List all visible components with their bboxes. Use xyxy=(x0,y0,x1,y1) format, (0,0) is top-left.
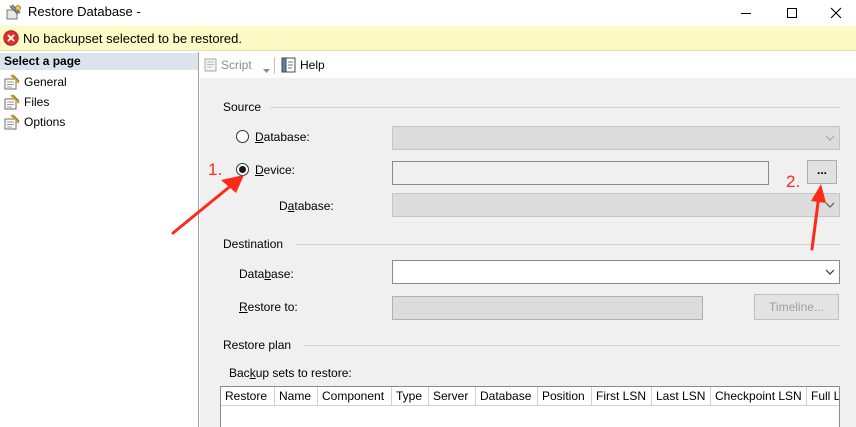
page-icon xyxy=(4,114,20,130)
device-database-label: Database: xyxy=(279,199,334,213)
error-message: No backupset selected to be restored. xyxy=(23,31,242,46)
destination-database-select[interactable] xyxy=(392,260,840,284)
chevron-down-icon[interactable] xyxy=(263,62,270,76)
nav-item-files[interactable]: Files xyxy=(0,92,198,112)
device-database-select[interactable] xyxy=(392,193,840,217)
general-page: Source Database: Device: ... Database: D… xyxy=(200,78,856,427)
title-bar: Restore Database - xyxy=(0,0,856,26)
restore-to-label: Restore to: xyxy=(239,300,298,314)
page-icon xyxy=(4,94,20,110)
device-path-field[interactable] xyxy=(392,161,769,185)
browse-device-button[interactable]: ... xyxy=(807,160,837,184)
backup-sets-label: Backup sets to restore: xyxy=(229,366,352,380)
grid-header-row: Restore Name Component Type Server Datab… xyxy=(221,387,839,406)
radio-selected-dot xyxy=(239,166,246,173)
column-header-name[interactable]: Name xyxy=(275,387,318,406)
column-header-type[interactable]: Type xyxy=(392,387,429,406)
column-header-database[interactable]: Database xyxy=(476,387,538,406)
close-button[interactable] xyxy=(815,0,856,26)
restore-database-icon xyxy=(6,4,22,20)
source-device-label: Device: xyxy=(255,163,296,177)
script-button[interactable]: Script xyxy=(221,58,252,72)
destination-group-divider xyxy=(295,244,841,245)
nav-item-general[interactable]: General xyxy=(0,72,198,92)
backup-sets-grid[interactable]: Restore Name Component Type Server Datab… xyxy=(220,386,840,427)
close-icon xyxy=(830,7,842,19)
destination-database-label: Database: xyxy=(239,267,294,281)
column-header-restore[interactable]: Restore xyxy=(221,387,275,406)
chevron-down-icon xyxy=(825,202,835,208)
source-device-radio[interactable] xyxy=(236,163,249,176)
minimize-button[interactable] xyxy=(725,0,767,26)
source-group-title: Source xyxy=(223,100,262,114)
source-database-radio[interactable] xyxy=(236,130,249,143)
source-database-label: Database: xyxy=(255,130,310,144)
script-icon xyxy=(203,57,219,73)
source-database-select[interactable] xyxy=(392,126,840,150)
column-header-checkpoint-lsn[interactable]: Checkpoint LSN xyxy=(711,387,807,406)
column-header-server[interactable]: Server xyxy=(429,387,476,406)
toolbar-divider xyxy=(274,57,275,74)
column-header-full-lsn[interactable]: Full LSN xyxy=(807,387,839,406)
restore-plan-group-title: Restore plan xyxy=(223,338,292,352)
chevron-down-icon xyxy=(825,135,835,141)
column-header-last-lsn[interactable]: Last LSN xyxy=(652,387,711,406)
help-button[interactable]: Help xyxy=(300,58,325,72)
page-icon xyxy=(4,74,20,90)
toolbar: Script Help xyxy=(200,52,856,78)
destination-group-title: Destination xyxy=(223,237,284,251)
select-page-header: Select a page xyxy=(0,53,198,70)
page-selector-pane: Select a page General Files Options xyxy=(0,52,199,427)
column-header-position[interactable]: Position xyxy=(538,387,592,406)
help-icon xyxy=(281,57,297,73)
restore-to-field[interactable] xyxy=(392,296,703,320)
chevron-down-icon xyxy=(825,269,835,275)
column-header-first-lsn[interactable]: First LSN xyxy=(592,387,652,406)
nav-item-label: Files xyxy=(24,95,50,109)
nav-item-options[interactable]: Options xyxy=(0,112,198,132)
maximize-icon xyxy=(787,8,797,18)
minimize-icon xyxy=(741,13,751,14)
maximize-button[interactable] xyxy=(771,0,813,26)
timeline-button[interactable]: Timeline... xyxy=(754,294,839,320)
nav-item-label: General xyxy=(24,75,67,89)
nav-item-label: Options xyxy=(24,115,66,129)
window-title: Restore Database - xyxy=(28,4,141,19)
error-bar: No backupset selected to be restored. xyxy=(0,26,856,51)
restore-plan-group-divider xyxy=(303,345,841,346)
error-icon xyxy=(3,30,19,46)
column-header-component[interactable]: Component xyxy=(318,387,392,406)
source-group-divider xyxy=(270,107,841,108)
